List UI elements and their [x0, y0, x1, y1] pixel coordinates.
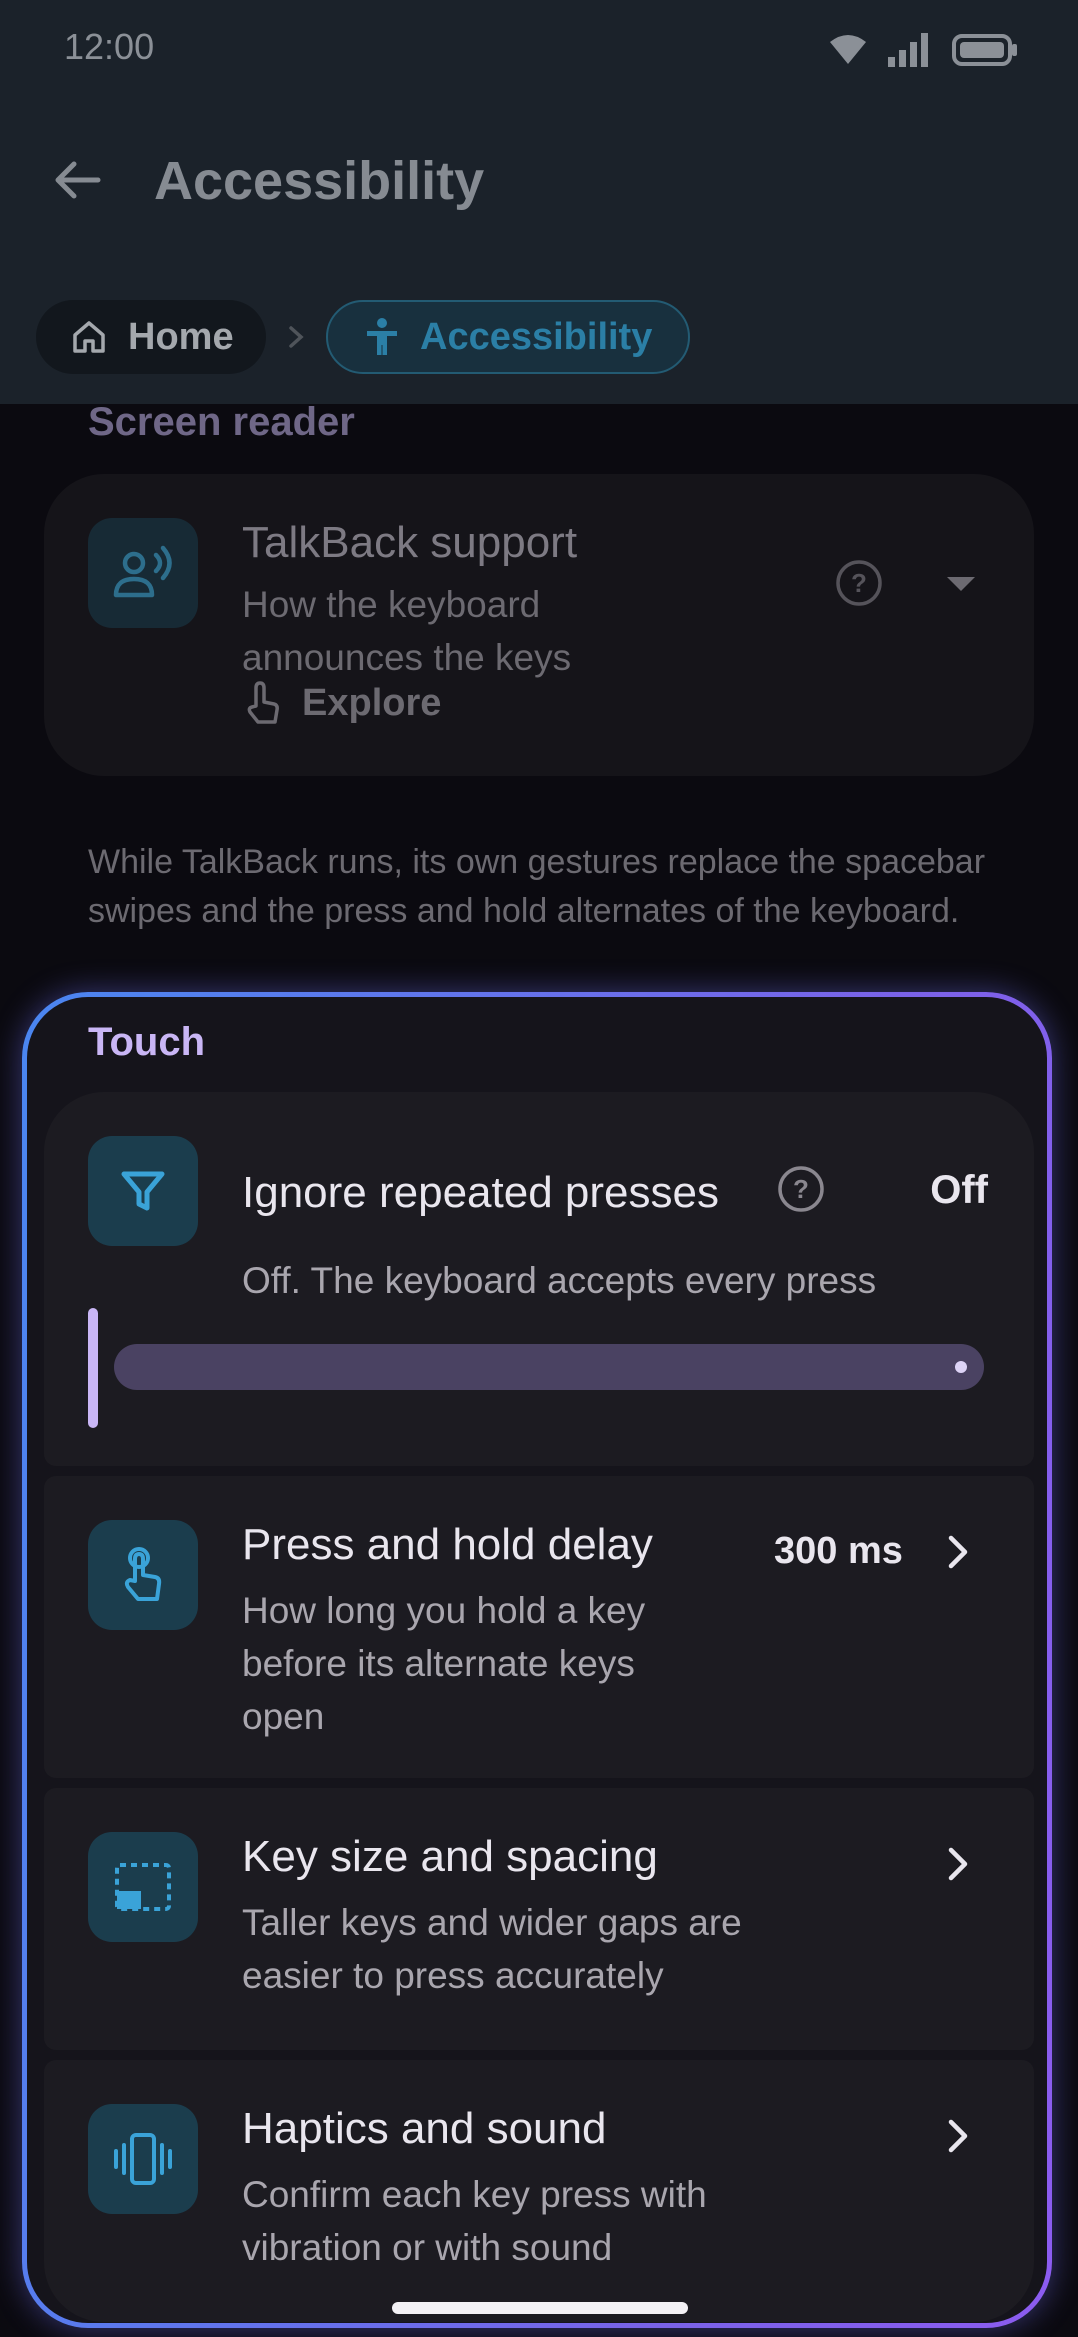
accessibility-icon: [367, 318, 397, 355]
filter-icon: [121, 1171, 165, 1211]
haptics-subtitle: Confirm each key press with vibration or…: [242, 2174, 707, 2268]
home-indicator[interactable]: [392, 2302, 688, 2314]
key-size-card[interactable]: Key size and spacing Taller keys and wid…: [44, 1788, 1034, 2050]
vibration-icon-tile: [88, 2104, 198, 2214]
status-icons: [828, 30, 1018, 70]
talkback-icon-tile: [88, 518, 198, 628]
key-size-icon-tile: [88, 1832, 198, 1942]
talkback-mode: Explore: [242, 680, 441, 726]
ignore-repeated-subtitle: Off. The keyboard accepts every press: [242, 1260, 877, 1301]
slider-start-marker: [88, 1308, 98, 1428]
talkback-card[interactable]: TalkBack support How the keyboard announ…: [44, 474, 1034, 776]
dropdown-arrow-icon[interactable]: [944, 574, 978, 594]
help-icon[interactable]: ?: [834, 558, 884, 608]
arrow-back-icon: [55, 161, 101, 199]
chevron-right-icon: [948, 1847, 968, 1881]
section-title-touch: Touch: [88, 1020, 206, 1064]
talkback-mode-label: Explore: [302, 681, 442, 724]
home-icon: [73, 321, 105, 353]
vibration-icon: [114, 2133, 172, 2185]
svg-text:?: ?: [793, 1174, 809, 1204]
ignore-repeated-slider[interactable]: [114, 1344, 984, 1390]
breadcrumb-home-label: Home: [128, 315, 234, 358]
breadcrumb-home[interactable]: Home: [36, 300, 266, 374]
touch-icon-tile: [88, 1520, 198, 1630]
ignore-repeated-card: Ignore repeated presses ? Off Off. The k…: [44, 1092, 1034, 1466]
ignore-repeated-title: Ignore repeated presses: [242, 1168, 719, 1217]
filter-icon-tile: [88, 1136, 198, 1246]
chevron-right-icon: [948, 1535, 968, 1569]
key-size-subtitle: Taller keys and wider gaps are easier to…: [242, 1902, 742, 1996]
status-time: 12:00: [64, 26, 155, 67]
press-hold-subtitle: How long you hold a key before its alter…: [242, 1590, 646, 1737]
chevron-right-icon: [289, 326, 304, 348]
breadcrumb-accessibility[interactable]: Accessibility: [326, 300, 690, 374]
svg-text:?: ?: [851, 568, 867, 598]
talkback-title: TalkBack support: [242, 518, 578, 567]
press-hold-value: 300 ms: [774, 1530, 903, 1572]
help-icon[interactable]: ?: [776, 1164, 826, 1214]
touch-explore-icon: [247, 681, 279, 724]
ignore-repeated-value: Off: [930, 1168, 988, 1212]
talkback-note: While TalkBack runs, its own gestures re…: [88, 843, 986, 930]
page-title: Accessibility: [154, 151, 485, 211]
touch-icon: [124, 1547, 162, 1601]
press-hold-title: Press and hold delay: [242, 1520, 653, 1569]
key-size-title: Key size and spacing: [242, 1832, 658, 1881]
section-title-screen-reader: Screen reader: [88, 400, 355, 444]
slider-thumb[interactable]: [955, 1361, 967, 1373]
resize-icon: [115, 1863, 171, 1911]
press-hold-card[interactable]: Press and hold delay How long you hold a…: [44, 1476, 1034, 1778]
haptics-card[interactable]: Haptics and sound Confirm each key press…: [44, 2060, 1034, 2322]
haptics-title: Haptics and sound: [242, 2104, 607, 2153]
breadcrumb-accessibility-label: Accessibility: [420, 315, 653, 358]
wifi-icon: [830, 35, 866, 64]
back-button[interactable]: [48, 150, 108, 210]
talkback-subtitle: How the keyboard announces the keys: [242, 584, 572, 678]
chevron-right-icon: [948, 2119, 968, 2153]
speaking-person-icon: [113, 545, 172, 598]
signal-icon: [888, 33, 928, 67]
battery-icon: [952, 34, 1017, 66]
